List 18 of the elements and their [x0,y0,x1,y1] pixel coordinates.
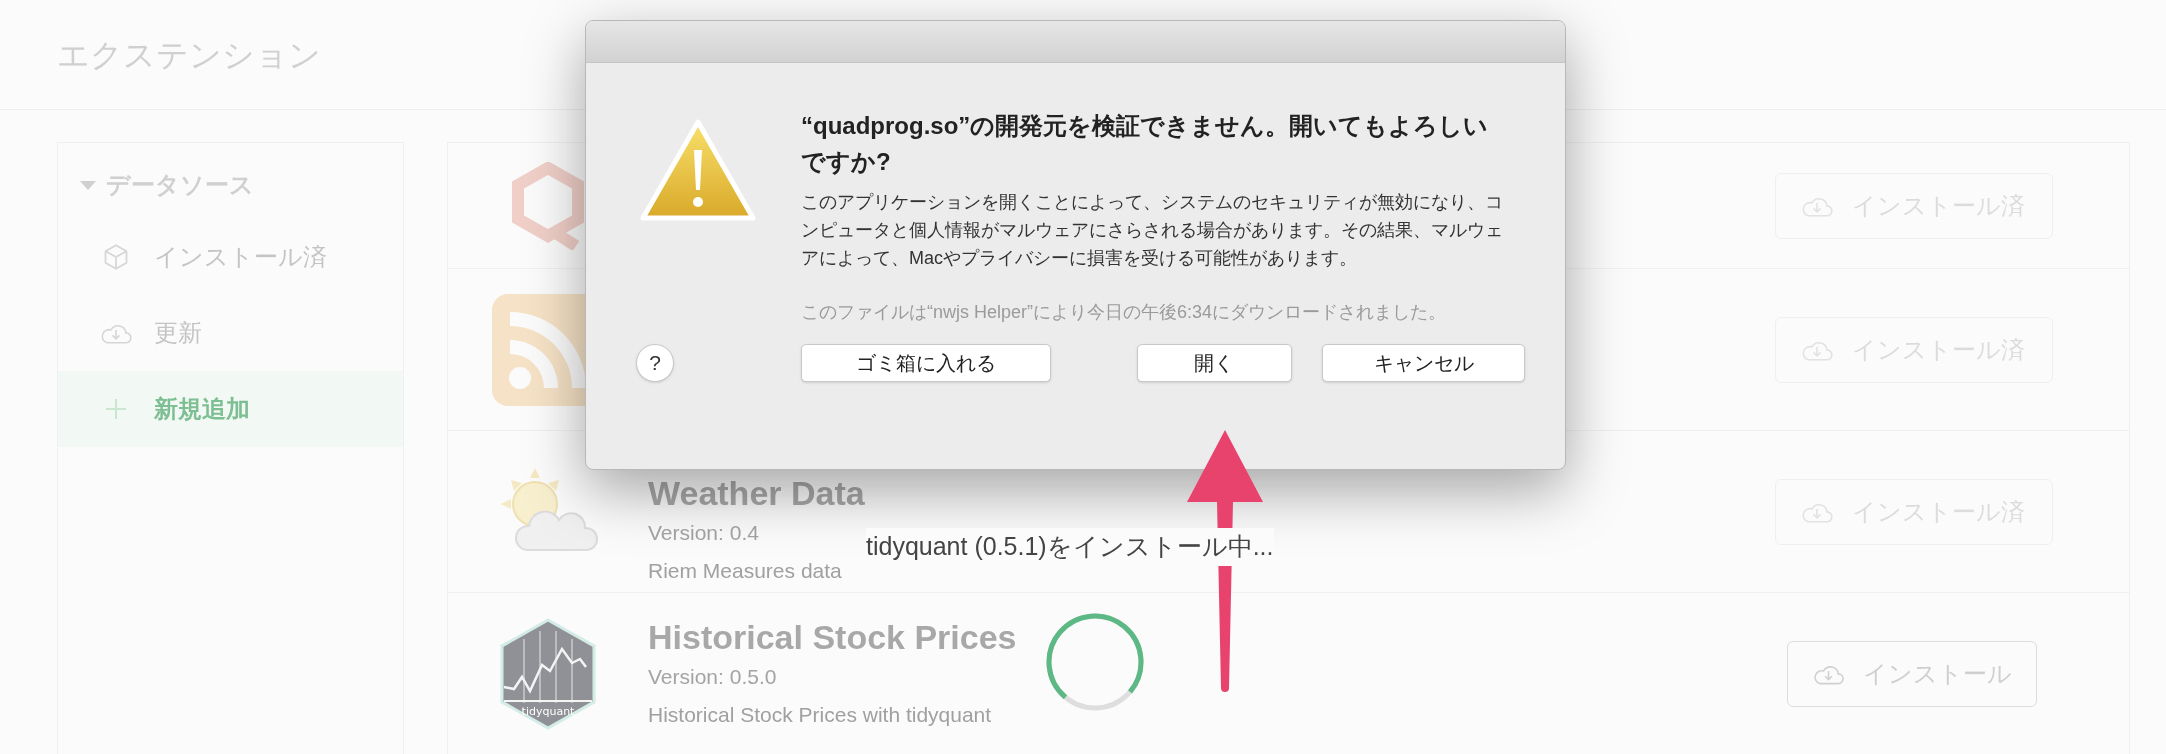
dialog-message: このアプリケーションを開くことによって、システムのセキュリティが無効になり、コンピュータと個人情報がマルウェアにさらされる場合があります。その結果、マルウェアによって、Macやプライバシーに損害を受ける可能性があります。 [801,191,1504,270]
plus-icon [105,398,127,420]
dialog-note: このファイルは“nwjs Helper”により今日の午後6:34にダウンロードされました。 [801,301,1448,324]
extension-description: Historical Stock Prices with tidyquant [648,701,992,728]
extension-title: Historical Stock Prices [648,617,1017,657]
dialog-button[interactable]: ゴミ箱に入れる [800,344,1051,382]
install-status: tidyquant (0.5.1)をインストール中... [866,528,1274,566]
extension-title: Weather Data [648,473,865,513]
dialog-title: “quadprog.so”の開発元を検証できません。開いてもよろしいですか? [801,111,1490,177]
cube-icon [102,243,130,271]
extension-version: Version: 0.5.0 [648,664,777,690]
dialog-button[interactable]: 開く [1136,344,1293,382]
disclosure-triangle-icon[interactable] [80,180,96,190]
sidebar-item[interactable]: 新規追加 [58,371,403,447]
dialog-button[interactable]: キャンセル [1322,344,1525,382]
help-button[interactable]: ? [636,344,674,382]
extension-description: Riem Measures data [648,557,842,584]
extension-version: Version: 0.4 [648,520,759,546]
